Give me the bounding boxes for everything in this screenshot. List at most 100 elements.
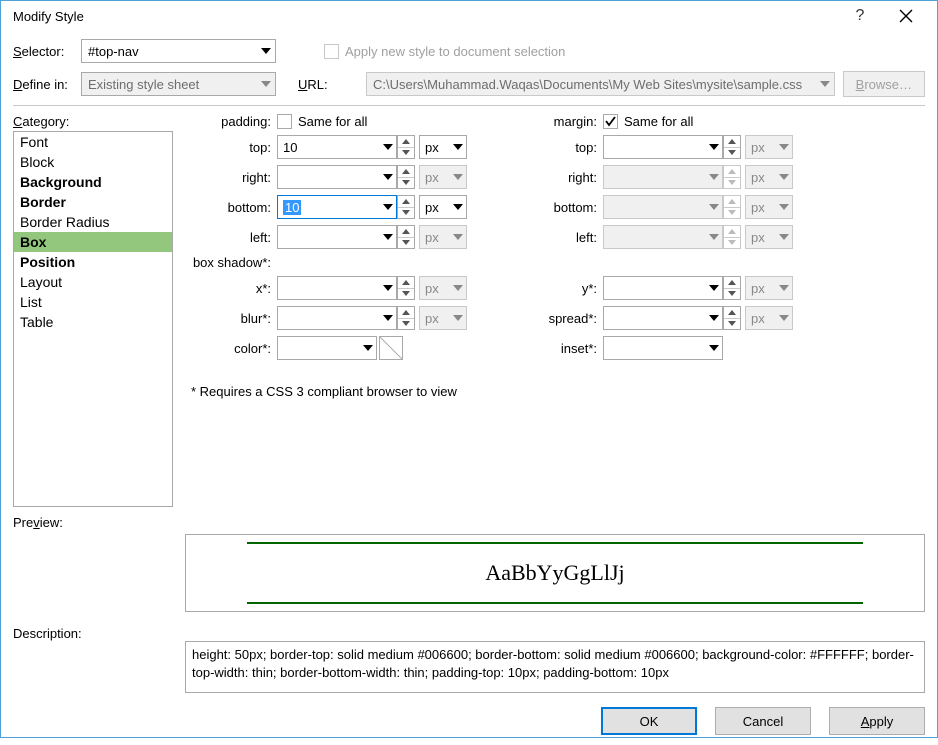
margin-top-label: top: — [517, 140, 603, 155]
margin-right-spinner — [723, 165, 741, 189]
close-button[interactable] — [883, 1, 929, 31]
shadow-color-input[interactable] — [277, 336, 377, 360]
shadow-blur-spinner[interactable] — [397, 306, 415, 330]
spin-down-icon[interactable] — [398, 237, 414, 249]
preview-label: Preview: — [13, 515, 185, 530]
spin-up-icon[interactable] — [724, 277, 740, 288]
shadow-y-input[interactable] — [603, 276, 723, 300]
category-list[interactable]: Font Block Background Border Border Radi… — [13, 131, 173, 507]
shadow-y-unit: px — [745, 276, 793, 300]
category-item-table[interactable]: Table — [14, 312, 172, 332]
selector-value: #top-nav — [88, 44, 139, 59]
url-input: C:\Users\Muhammad.Waqas\Documents\My Web… — [366, 72, 835, 96]
spin-down-icon — [724, 177, 740, 189]
spin-down-icon — [724, 207, 740, 219]
help-button[interactable]: ? — [837, 1, 883, 31]
chevron-down-icon — [709, 144, 719, 150]
chevron-down-icon — [779, 315, 789, 321]
spin-down-icon[interactable] — [398, 147, 414, 159]
spin-up-icon[interactable] — [724, 136, 740, 147]
ok-button[interactable]: OK — [601, 707, 697, 735]
chevron-down-icon — [383, 204, 393, 210]
padding-left-input[interactable] — [277, 225, 397, 249]
padding-right-input[interactable] — [277, 165, 397, 189]
shadow-color-label: color*: — [191, 341, 277, 356]
spin-up-icon[interactable] — [398, 307, 414, 318]
window-title: Modify Style — [9, 9, 837, 24]
spin-up-icon[interactable] — [398, 136, 414, 147]
chevron-down-icon — [453, 285, 463, 291]
inset-input[interactable] — [603, 336, 723, 360]
shadow-blur-label: blur*: — [191, 311, 277, 326]
padding-right-spinner[interactable] — [397, 165, 415, 189]
category-item-border[interactable]: Border — [14, 192, 172, 212]
padding-top-input[interactable]: 10 — [277, 135, 397, 159]
shadow-x-spinner[interactable] — [397, 276, 415, 300]
margin-top-spinner[interactable] — [723, 135, 741, 159]
spin-down-icon[interactable] — [398, 207, 414, 219]
margin-right-input — [603, 165, 723, 189]
cancel-button[interactable]: Cancel — [715, 707, 811, 735]
margin-top-input[interactable] — [603, 135, 723, 159]
chevron-down-icon — [383, 234, 393, 240]
chevron-down-icon — [363, 345, 373, 351]
category-item-font[interactable]: Font — [14, 132, 172, 152]
padding-top-spinner[interactable] — [397, 135, 415, 159]
shadow-y-label: y*: — [517, 281, 603, 296]
padding-same-label: Same for all — [298, 114, 367, 129]
margin-left-input — [603, 225, 723, 249]
chevron-down-icon — [779, 174, 789, 180]
apply-button[interactable]: Apply — [829, 707, 925, 735]
shadow-x-input[interactable] — [277, 276, 397, 300]
chevron-down-icon — [453, 174, 463, 180]
spin-up-icon[interactable] — [398, 196, 414, 207]
chevron-down-icon — [820, 81, 830, 87]
chevron-down-icon — [453, 315, 463, 321]
css3-note: * Requires a CSS 3 compliant browser to … — [191, 384, 925, 399]
margin-same-label: Same for all — [624, 114, 693, 129]
spin-down-icon[interactable] — [724, 318, 740, 330]
spin-down-icon[interactable] — [724, 288, 740, 300]
padding-top-unit[interactable]: px — [419, 135, 467, 159]
spin-up-icon — [724, 166, 740, 177]
category-item-layout[interactable]: Layout — [14, 272, 172, 292]
padding-bottom-unit[interactable]: px — [419, 195, 467, 219]
spin-down-icon[interactable] — [724, 147, 740, 159]
padding-bottom-spinner[interactable] — [397, 195, 415, 219]
shadow-y-spinner[interactable] — [723, 276, 741, 300]
padding-left-spinner[interactable] — [397, 225, 415, 249]
margin-bottom-label: bottom: — [517, 200, 603, 215]
category-item-position[interactable]: Position — [14, 252, 172, 272]
selector-combo[interactable]: #top-nav — [81, 39, 276, 63]
color-swatch[interactable] — [379, 336, 403, 360]
category-item-border-radius[interactable]: Border Radius — [14, 212, 172, 232]
category-item-block[interactable]: Block — [14, 152, 172, 172]
chevron-down-icon — [709, 204, 719, 210]
spin-down-icon[interactable] — [398, 177, 414, 189]
shadow-spread-spinner[interactable] — [723, 306, 741, 330]
chevron-down-icon — [779, 234, 789, 240]
padding-bottom-input[interactable]: 10 — [277, 195, 397, 219]
spin-up-icon[interactable] — [398, 166, 414, 177]
margin-bottom-spinner — [723, 195, 741, 219]
category-item-background[interactable]: Background — [14, 172, 172, 192]
shadow-spread-input[interactable] — [603, 306, 723, 330]
margin-same-checkbox[interactable]: Same for all — [603, 114, 795, 129]
category-item-list[interactable]: List — [14, 292, 172, 312]
chevron-down-icon — [261, 48, 271, 54]
chevron-down-icon — [261, 81, 271, 87]
spin-up-icon — [724, 196, 740, 207]
dialog-window: Modify Style ? Selector: #top-nav Apply … — [0, 0, 938, 738]
shadow-blur-input[interactable] — [277, 306, 397, 330]
spin-up-icon[interactable] — [398, 226, 414, 237]
spin-up-icon[interactable] — [724, 307, 740, 318]
category-item-box[interactable]: Box — [14, 232, 172, 252]
margin-left-label: left: — [517, 230, 603, 245]
description-box: height: 50px; border-top: solid medium #… — [185, 641, 925, 693]
padding-same-checkbox[interactable]: Same for all — [277, 114, 517, 129]
chevron-down-icon — [383, 315, 393, 321]
spin-down-icon[interactable] — [398, 288, 414, 300]
checkbox-icon — [324, 44, 339, 59]
spin-up-icon[interactable] — [398, 277, 414, 288]
spin-down-icon[interactable] — [398, 318, 414, 330]
